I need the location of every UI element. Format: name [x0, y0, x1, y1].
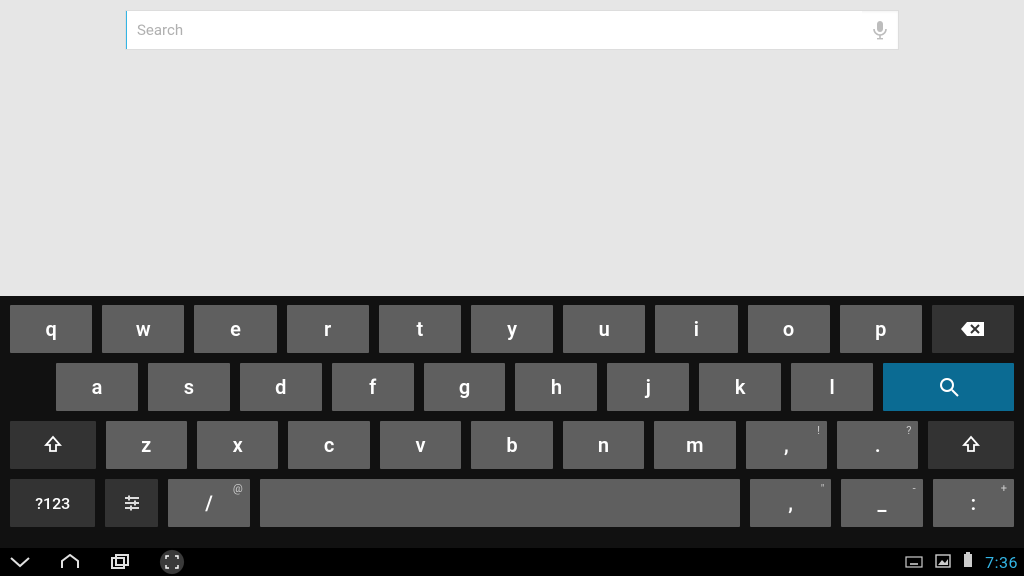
key-settings[interactable]: [105, 479, 158, 527]
key-a[interactable]: a: [56, 363, 138, 411]
status-clock: 7:36: [985, 553, 1018, 572]
key-g[interactable]: g: [424, 363, 506, 411]
key-f[interactable]: f: [332, 363, 414, 411]
key-o[interactable]: o: [748, 305, 830, 353]
key-x[interactable]: x: [197, 421, 278, 469]
key-colon[interactable]: : +: [933, 479, 1014, 527]
key-y[interactable]: y: [471, 305, 553, 353]
key-shift-right[interactable]: [928, 421, 1014, 469]
key-backspace[interactable]: [932, 305, 1014, 353]
key-b[interactable]: b: [471, 421, 552, 469]
picture-status-icon: [935, 553, 951, 572]
key-k[interactable]: k: [699, 363, 781, 411]
key-r[interactable]: r: [287, 305, 369, 353]
key-m[interactable]: m: [654, 421, 735, 469]
key-slash[interactable]: / @: [168, 479, 249, 527]
key-i[interactable]: i: [655, 305, 737, 353]
key-z[interactable]: z: [106, 421, 187, 469]
key-w[interactable]: w: [102, 305, 184, 353]
search-input[interactable]: [126, 11, 862, 49]
onscreen-keyboard: q w e r t y u i o p a s d f g h j k l: [0, 296, 1024, 548]
nav-home-icon[interactable]: [56, 548, 84, 576]
key-l[interactable]: l: [791, 363, 873, 411]
ime-switch-icon[interactable]: [905, 553, 923, 572]
mic-icon[interactable]: [862, 20, 898, 40]
key-comma[interactable]: , !: [746, 421, 827, 469]
shift-icon: [43, 435, 63, 455]
key-shift-left[interactable]: [10, 421, 96, 469]
nav-screenshot-icon[interactable]: [156, 548, 188, 576]
system-bar: 7:36: [0, 548, 1024, 576]
key-search[interactable]: [883, 363, 1014, 411]
key-space[interactable]: [260, 479, 740, 527]
search-icon: [938, 376, 960, 398]
search-box[interactable]: [125, 10, 899, 50]
key-mode-switch[interactable]: ?123: [10, 479, 95, 527]
settings-icon: [123, 494, 141, 512]
shift-icon: [961, 435, 981, 455]
backspace-icon: [958, 320, 988, 338]
key-n[interactable]: n: [563, 421, 644, 469]
key-v[interactable]: v: [380, 421, 461, 469]
key-c[interactable]: c: [288, 421, 369, 469]
nav-back-down-icon[interactable]: [6, 548, 34, 576]
key-q[interactable]: q: [10, 305, 92, 353]
nav-recents-icon[interactable]: [106, 548, 134, 576]
key-underscore[interactable]: _ -: [841, 479, 922, 527]
key-period[interactable]: . ?: [837, 421, 918, 469]
battery-status-icon: [963, 552, 973, 572]
key-d[interactable]: d: [240, 363, 322, 411]
key-comma-2[interactable]: , ": [750, 479, 831, 527]
key-e[interactable]: e: [194, 305, 276, 353]
key-t[interactable]: t: [379, 305, 461, 353]
key-s[interactable]: s: [148, 363, 230, 411]
key-j[interactable]: j: [607, 363, 689, 411]
key-u[interactable]: u: [563, 305, 645, 353]
key-p[interactable]: p: [840, 305, 922, 353]
key-h[interactable]: h: [515, 363, 597, 411]
